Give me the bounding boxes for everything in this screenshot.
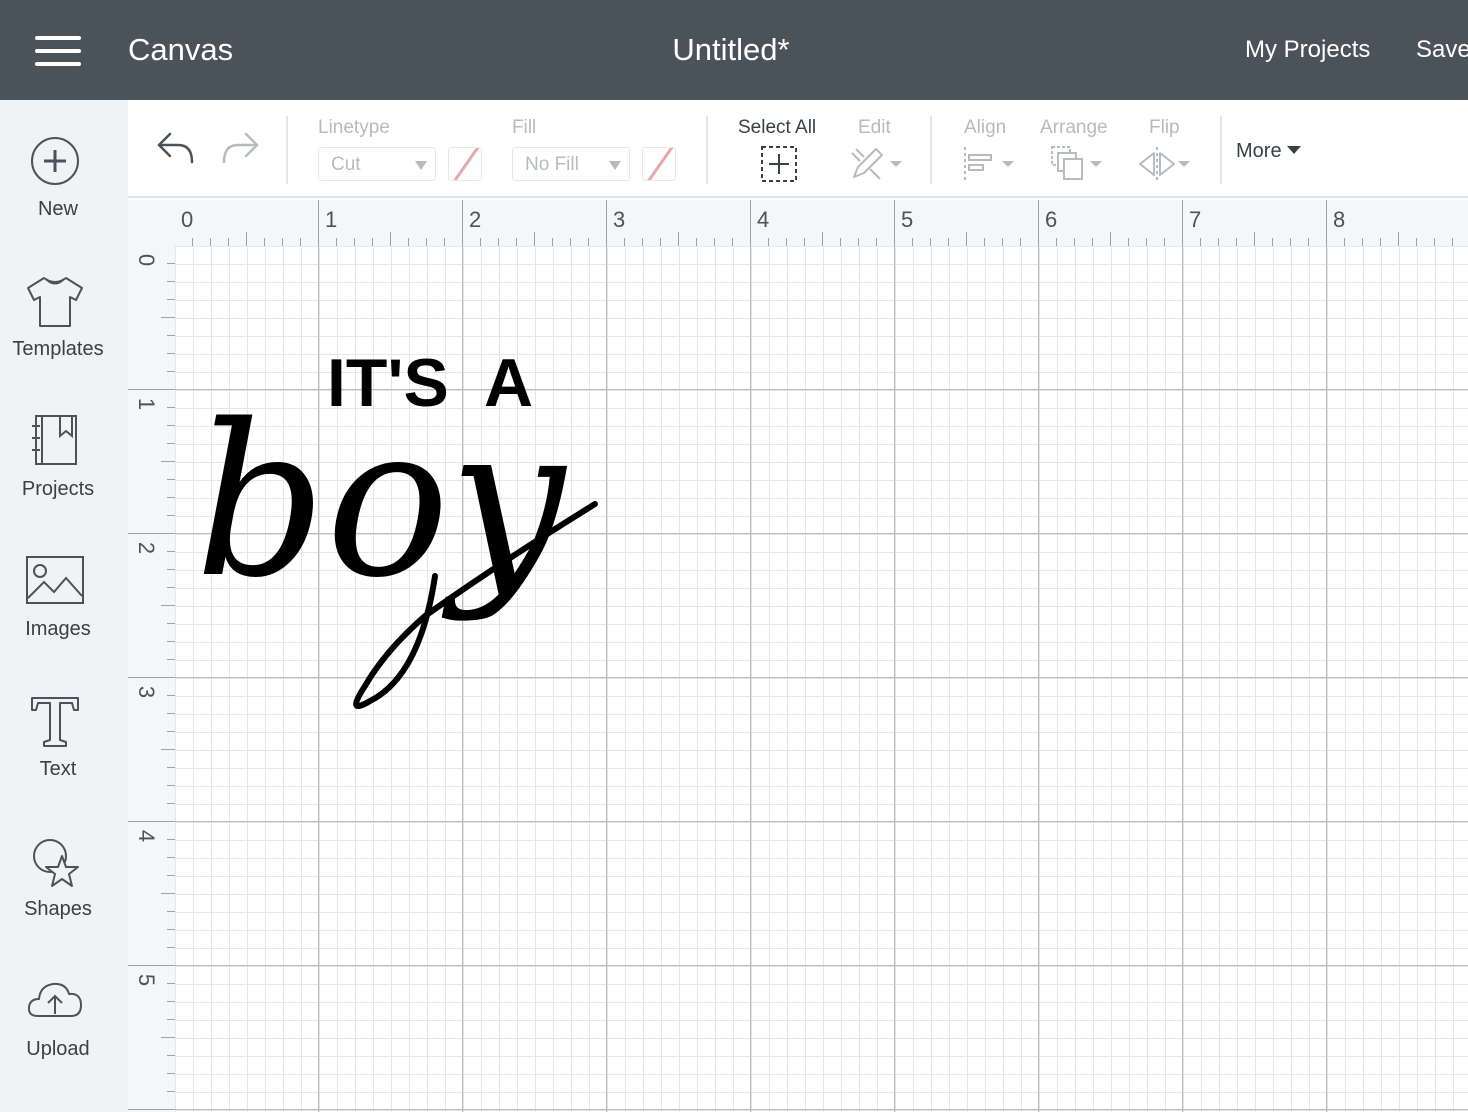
image-icon: [26, 556, 84, 604]
sidebar-item-label: Images: [25, 618, 91, 640]
design-text-boy[interactable]: boy: [195, 379, 567, 624]
shapes-icon: [33, 839, 79, 887]
sidebar-item-text[interactable]: Text: [0, 694, 128, 814]
undo-icon[interactable]: [156, 130, 196, 166]
arrange-label: Arrange: [1040, 117, 1108, 138]
horizontal-ruler: 0 1 2 3 4 5 6 7 8: [175, 200, 1468, 246]
vertical-ruler: 0 1 2 3 4 5: [128, 246, 175, 1112]
arrange-icon: [1051, 146, 1102, 180]
ruler-label: 3: [134, 686, 159, 698]
left-sidebar: New Templates Projects Images Text Shape…: [0, 100, 128, 1112]
sidebar-item-label: Upload: [26, 1038, 90, 1060]
document-title[interactable]: Untitled*: [672, 32, 789, 67]
align-label: Align: [964, 117, 1007, 138]
more-label: More: [1236, 140, 1282, 162]
top-bar: Canvas Untitled* My Projects Save: [0, 0, 1468, 100]
sidebar-item-templates[interactable]: Templates: [0, 274, 128, 394]
ruler-label: 2: [134, 542, 159, 554]
ruler-label: 0: [181, 207, 193, 232]
edit-icon: [851, 148, 902, 180]
ruler-label: 5: [134, 974, 159, 986]
toolbar-divider: [706, 116, 708, 184]
tshirt-icon: [27, 277, 83, 327]
sidebar-item-label: Projects: [21, 478, 95, 500]
fill-value: No Fill: [525, 154, 579, 175]
linetype-label: Linetype: [318, 117, 390, 138]
sidebar-item-images[interactable]: Images: [0, 554, 128, 674]
edit-label: Edit: [858, 117, 891, 138]
text-t-icon: [31, 697, 79, 747]
ruler-corner: [128, 200, 175, 246]
cloud-upload-icon: [27, 982, 82, 1017]
sidebar-item-shapes[interactable]: Shapes: [0, 834, 128, 954]
sidebar-item-label: Templates: [12, 338, 104, 360]
sidebar-item-label: Shapes: [24, 898, 92, 920]
fill-select[interactable]: No Fill: [512, 147, 630, 181]
sidebar-item-projects[interactable]: Projects: [0, 414, 128, 534]
ruler-label: 4: [757, 207, 769, 232]
redo-icon[interactable]: [220, 130, 260, 166]
toolbar-divider: [930, 116, 932, 184]
ruler-label: 7: [1189, 207, 1201, 232]
ruler-label: 5: [901, 207, 913, 232]
hamburger-menu-icon[interactable]: [35, 36, 81, 68]
select-all-icon[interactable]: [760, 145, 798, 183]
ruler-label: 1: [325, 207, 337, 232]
plus-circle-icon: [31, 137, 79, 185]
linetype-color-swatch[interactable]: [448, 147, 482, 181]
toolbar-divider: [286, 116, 288, 184]
sidebar-item-new[interactable]: New: [0, 134, 128, 254]
ruler-label: 3: [613, 207, 625, 232]
bookmark-notebook-icon: [32, 415, 77, 465]
sidebar-item-label: New: [37, 198, 78, 220]
ruler-label: 8: [1333, 207, 1345, 232]
sidebar-item-upload[interactable]: Upload: [0, 974, 128, 1094]
save-button[interactable]: Save: [1416, 36, 1468, 64]
more-menu-button[interactable]: More: [1236, 140, 1301, 163]
linetype-value: Cut: [331, 154, 361, 175]
fill-color-swatch[interactable]: [642, 147, 676, 181]
toolbar-divider: [1220, 116, 1222, 184]
toolbar: Linetype Cut Fill No Fill Select All Edi…: [128, 100, 1468, 198]
ruler-label: 0: [134, 254, 159, 266]
ruler-label: 4: [134, 830, 159, 842]
flip-label: Flip: [1149, 117, 1180, 138]
chevron-down-icon: [1286, 146, 1301, 154]
ruler-label: 1: [134, 398, 159, 410]
fill-label: Fill: [512, 117, 537, 138]
sidebar-item-label: Text: [39, 758, 77, 780]
align-icon: [964, 147, 1014, 181]
chevron-down-icon: [415, 161, 427, 170]
ruler-label: 6: [1045, 207, 1057, 232]
ruler-label: 2: [469, 207, 481, 232]
flip-icon: [1139, 147, 1190, 181]
my-projects-link[interactable]: My Projects: [1245, 36, 1370, 64]
linetype-select[interactable]: Cut: [318, 147, 436, 181]
app-title: Canvas: [128, 32, 234, 67]
select-all-label[interactable]: Select All: [738, 117, 816, 139]
chevron-down-icon: [609, 161, 621, 170]
